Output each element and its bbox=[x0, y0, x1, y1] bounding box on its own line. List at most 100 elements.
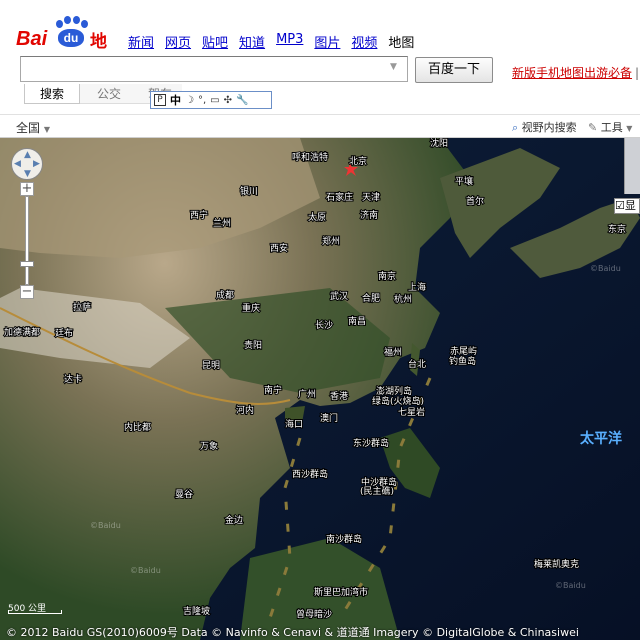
place-label[interactable]: 东沙群岛 bbox=[352, 436, 390, 450]
place-label[interactable]: 七星岩 bbox=[397, 405, 426, 419]
pan-up-icon[interactable]: ▲ bbox=[24, 150, 31, 160]
paw-icon: du bbox=[52, 16, 90, 48]
overlay-checkbox[interactable]: ☑显 bbox=[614, 198, 640, 214]
search-button[interactable]: 百度一下 bbox=[415, 57, 493, 83]
satellite-map[interactable]: 北京 呼和浩特 沈阳平壤首尔东京 银川 石家庄 天津太原 济南 西宁 兰州郑州西安南京 上海合肥杭… bbox=[0, 138, 640, 640]
overview-map-toggle[interactable] bbox=[624, 138, 640, 194]
chevron-down-icon[interactable]: ▼ bbox=[390, 62, 397, 72]
zoom-out-button[interactable]: − bbox=[20, 285, 34, 299]
place-label[interactable]: 昆明 bbox=[201, 359, 221, 372]
pan-control[interactable]: ▲ ▼ ◀ ▶ bbox=[11, 148, 43, 180]
chevron-down-icon: ▼ bbox=[43, 125, 50, 134]
keyboard-icon[interactable]: ▭ bbox=[210, 95, 219, 106]
nav-mp3[interactable]: MP3 bbox=[276, 32, 303, 51]
place-label[interactable]: 平壤 bbox=[454, 174, 474, 188]
place-label[interactable]: 曼谷 bbox=[174, 488, 194, 501]
place-label[interactable]: 海口 bbox=[284, 417, 304, 431]
place-label[interactable]: 内比都 bbox=[123, 420, 152, 434]
place-label[interactable]: 长沙 bbox=[314, 318, 334, 332]
nav-zhidao[interactable]: 知道 bbox=[239, 32, 265, 51]
place-label[interactable]: 钓鱼岛 bbox=[448, 354, 477, 368]
tools-menu[interactable]: ✎ 工具 ▼ bbox=[588, 119, 632, 135]
place-label[interactable]: 赤尾屿 bbox=[449, 345, 478, 358]
place-label[interactable]: 梅莱凯奥克 bbox=[533, 557, 580, 571]
place-label[interactable]: 拉萨 bbox=[72, 300, 92, 314]
place-label[interactable]: 澳门 bbox=[319, 411, 339, 425]
pan-left-icon[interactable]: ◀ bbox=[14, 159, 21, 169]
tools-label: 工具 bbox=[600, 121, 623, 134]
zoom-slider[interactable] bbox=[25, 196, 29, 285]
place-label[interactable]: 武汉 bbox=[329, 289, 349, 303]
place-label[interactable]: 银川 bbox=[239, 184, 259, 198]
place-label[interactable]: 石家庄 bbox=[325, 190, 354, 204]
search-input[interactable] bbox=[20, 56, 408, 82]
ime-toolbar[interactable]: P 中 ☽ °, ▭ ✣ 🔧 bbox=[150, 91, 272, 109]
baidu-map-logo[interactable]: Bai du 地图 bbox=[16, 16, 116, 77]
watermark: ©Baidu bbox=[555, 581, 586, 590]
zoom-in-button[interactable]: + bbox=[20, 182, 34, 196]
place-label[interactable]: 太原 bbox=[307, 210, 327, 224]
place-label[interactable]: 沈阳 bbox=[429, 138, 449, 150]
place-label[interactable]: 西宁 bbox=[189, 208, 209, 222]
place-label[interactable]: 金边 bbox=[224, 513, 244, 527]
city-selector[interactable]: 全国 ▼ bbox=[16, 119, 50, 136]
place-label[interactable]: 兰州 bbox=[212, 216, 232, 230]
place-label[interactable]: 北京 bbox=[348, 154, 368, 168]
place-label[interactable]: 澎湖列岛 bbox=[375, 384, 413, 398]
place-label[interactable]: 南京 bbox=[377, 269, 397, 283]
nav-video[interactable]: 视频 bbox=[351, 32, 377, 51]
place-label[interactable]: 南昌 bbox=[347, 314, 367, 328]
place-label[interactable]: 合肥 bbox=[361, 291, 381, 305]
place-label[interactable]: 首尔 bbox=[465, 194, 485, 208]
nav-web[interactable]: 网页 bbox=[165, 32, 191, 51]
nav-images[interactable]: 图片 bbox=[314, 32, 340, 51]
map-toolbar: 全国 ▼ ⌕ 视野内搜索 ✎ 工具 ▼ bbox=[0, 114, 640, 138]
view-search-button[interactable]: ⌕ 视野内搜索 bbox=[512, 119, 577, 135]
place-label[interactable]: 廷布 bbox=[54, 326, 74, 340]
punctuation-icon[interactable]: °, bbox=[198, 95, 206, 106]
nav-news[interactable]: 新闻 bbox=[128, 32, 154, 51]
ime-logo-icon[interactable]: P bbox=[154, 94, 166, 106]
place-label[interactable]: 杭州 bbox=[393, 292, 413, 306]
nav-map-current: 地图 bbox=[388, 36, 415, 51]
place-label[interactable]: 呼和浩特 bbox=[291, 150, 329, 164]
zoom-slider-thumb[interactable] bbox=[20, 260, 34, 267]
place-label[interactable]: 南沙群岛 bbox=[325, 532, 363, 546]
place-label[interactable]: 广州 bbox=[297, 387, 317, 401]
place-label[interactable]: 天津 bbox=[361, 191, 381, 204]
place-label[interactable]: 台北 bbox=[407, 357, 427, 371]
wrench-icon[interactable]: 🔧 bbox=[236, 95, 248, 106]
place-label[interactable]: 西安 bbox=[269, 241, 289, 255]
place-label[interactable]: 河内 bbox=[235, 403, 255, 417]
place-label[interactable]: 吉隆坡 bbox=[182, 604, 211, 618]
pan-right-icon[interactable]: ▶ bbox=[33, 159, 40, 169]
promo-mobile-map-link[interactable]: 新版手机地图出游必备 bbox=[512, 66, 632, 80]
place-label[interactable]: 香港 bbox=[329, 389, 349, 403]
place-label[interactable]: 加德满都 bbox=[3, 325, 41, 339]
place-label[interactable]: 曾母暗沙 bbox=[295, 607, 333, 621]
place-label[interactable]: 重庆 bbox=[241, 301, 261, 315]
place-label[interactable]: 南宁 bbox=[263, 383, 283, 397]
nav-tieba[interactable]: 贴吧 bbox=[202, 32, 228, 51]
tab-bus[interactable]: 公交 bbox=[80, 84, 138, 104]
tab-search[interactable]: 搜索 bbox=[24, 84, 80, 104]
place-label[interactable]: 福州 bbox=[383, 345, 403, 359]
overlay-checkbox-label: 显 bbox=[624, 199, 636, 212]
place-label[interactable]: (民主礁) bbox=[359, 484, 395, 498]
place-label[interactable]: 贵阳 bbox=[243, 338, 263, 352]
place-label[interactable]: 绿岛(火烧岛) bbox=[371, 394, 425, 408]
pan-down-icon[interactable]: ▼ bbox=[24, 169, 31, 179]
place-label[interactable]: 达卡 bbox=[63, 372, 83, 386]
ime-mode[interactable]: 中 bbox=[170, 92, 181, 108]
place-label[interactable]: 成都 bbox=[215, 288, 235, 302]
place-label[interactable]: 东京 bbox=[607, 222, 627, 236]
ocean-label: 太平洋 bbox=[580, 430, 622, 447]
place-label[interactable]: 斯里巴加湾市 bbox=[313, 585, 369, 599]
place-label[interactable]: 万象 bbox=[199, 439, 219, 453]
place-label[interactable]: 郑州 bbox=[321, 234, 341, 248]
place-label[interactable]: 西沙群岛 bbox=[291, 467, 329, 481]
moon-icon[interactable]: ☽ bbox=[185, 95, 194, 106]
plus-icon[interactable]: ✣ bbox=[224, 95, 232, 106]
place-label[interactable]: 上海 bbox=[407, 280, 427, 294]
place-label[interactable]: 济南 bbox=[359, 208, 379, 222]
